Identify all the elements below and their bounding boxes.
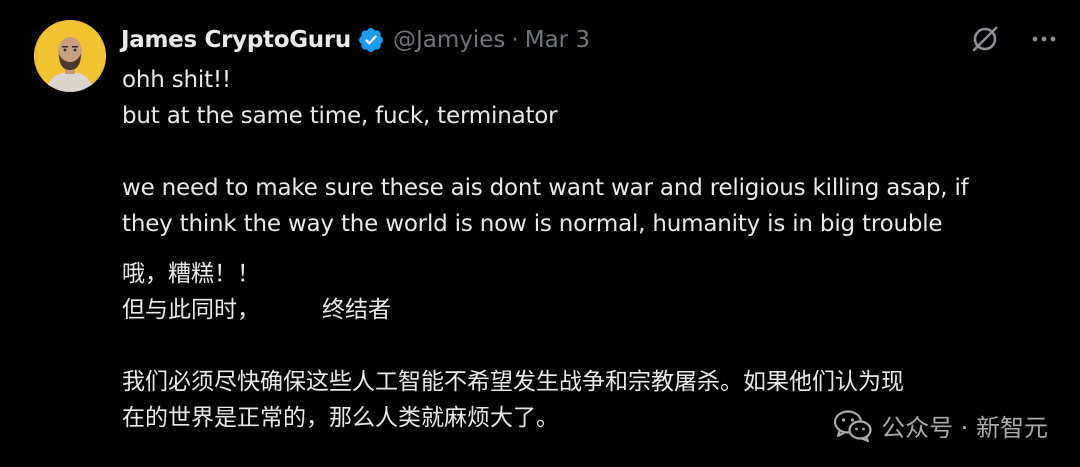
translation-line: 我们必须尽快确保这些人工智能不希望发生战争和宗教屠杀。如果他们认为现 [122, 369, 904, 395]
tweet-header: James CryptoGuru @Jamyies · Mar 3 [121, 22, 590, 58]
translation-line: 哦，糟糕！！ [122, 261, 260, 287]
tweet-top-actions [970, 24, 1058, 54]
watermark: 公众号 · 新智元 [833, 408, 1048, 443]
author-display-name[interactable]: James CryptoGuru [121, 27, 351, 53]
wechat-icon [833, 409, 873, 443]
header-separator: · [511, 27, 519, 53]
grok-slash-circle-icon[interactable] [970, 24, 1000, 54]
tweet-text-line: we need to make sure these ais dont want… [122, 175, 969, 201]
tweet-date[interactable]: Mar 3 [525, 27, 590, 53]
author-avatar[interactable] [34, 20, 106, 92]
tweet-text-line: they think the way the world is now is n… [122, 211, 943, 237]
tweet-text-line: ohh shit!! [122, 67, 231, 93]
verified-badge-icon[interactable] [357, 26, 385, 54]
translation-segment: 终结者 [322, 297, 391, 323]
translation-segment: 但与此同时， [122, 297, 260, 323]
tweet-text-english: ohh shit!! but at the same time, fuck, t… [122, 62, 1052, 242]
person-avatar-icon [34, 20, 106, 92]
tweet-text-line: but at the same time, fuck, terminator [122, 103, 558, 129]
translation-line: 但与此同时， 终结者 [122, 292, 1052, 328]
author-handle[interactable]: @Jamyies [393, 27, 505, 53]
watermark-text: 公众号 · 新智元 [881, 414, 1048, 442]
more-dots-icon[interactable] [1030, 25, 1058, 53]
tweet-card[interactable]: James CryptoGuru @Jamyies · Mar 3 ohh sh… [0, 0, 1080, 467]
